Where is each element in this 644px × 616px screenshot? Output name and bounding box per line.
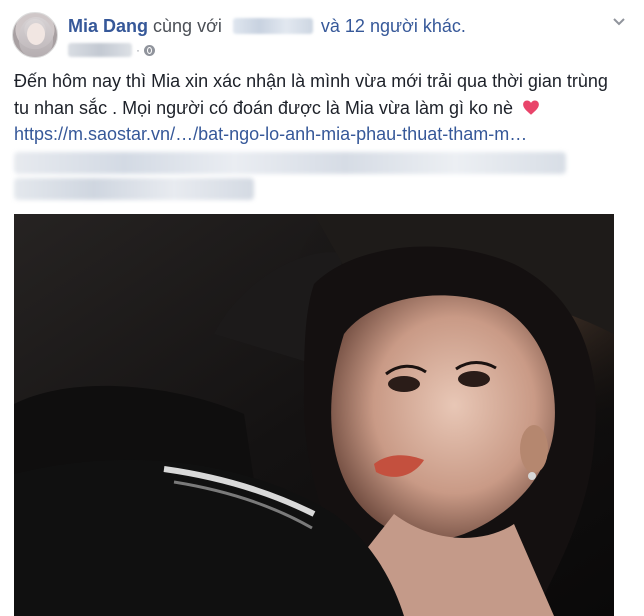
globe-icon[interactable]: [144, 44, 155, 56]
post-body: Đến hôm nay thì Mia xin xác nhận là mình…: [14, 68, 624, 122]
heart-icon: [522, 98, 540, 116]
with-label: cùng với: [153, 16, 222, 36]
avatar[interactable]: [12, 12, 58, 58]
chevron-down-icon[interactable]: [612, 14, 626, 28]
post-card: Mia Dang cùng với và 12 người khác. · Đế…: [0, 0, 644, 616]
timestamp-blurred[interactable]: [68, 43, 132, 57]
meta-separator: ·: [136, 43, 140, 57]
author-name[interactable]: Mia Dang: [68, 16, 148, 36]
post-meta: ·: [68, 41, 155, 59]
post-text: Đến hôm nay thì Mia xin xác nhận là mình…: [14, 71, 608, 118]
post-link[interactable]: https://m.saostar.vn/…/bat-ngo-lo-anh-mi…: [14, 122, 527, 146]
post-header: Mia Dang cùng với và 12 người khác.: [68, 15, 466, 37]
avatar-face: [27, 23, 45, 45]
tagged-user-blurred[interactable]: [232, 18, 313, 34]
others-link[interactable]: và 12 người khác.: [321, 16, 466, 36]
link-preview-blurred-line-1: [14, 152, 566, 174]
link-preview-blurred-line-2: [14, 178, 254, 200]
post-photo[interactable]: [14, 214, 614, 616]
